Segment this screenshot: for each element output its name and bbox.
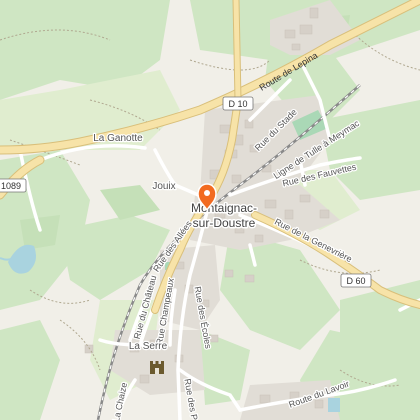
svg-text:D 10: D 10 <box>228 99 247 109</box>
road-shield-d60: D 60 <box>340 273 372 288</box>
road-shield-d10: D 10 <box>222 96 254 111</box>
place-label-jouix: Jouix <box>152 181 175 192</box>
svg-text:1089: 1089 <box>1 181 21 191</box>
place-label-la-ganotte: La Ganotte <box>93 133 143 144</box>
road-shield-1089: 1089 <box>0 178 27 193</box>
castle-icon[interactable] <box>150 361 164 374</box>
town-label-line2: sur-Doustre <box>193 216 256 230</box>
map-canvas[interactable]: D 10 D 60 1089 Route de Lepina Rue du St… <box>0 0 420 420</box>
svg-text:D 60: D 60 <box>346 276 365 286</box>
place-label-la-serre: La Serre <box>129 341 168 352</box>
pool <box>328 398 340 412</box>
map-view[interactable]: D 10 D 60 1089 Route de Lepina Rue du St… <box>0 0 420 420</box>
